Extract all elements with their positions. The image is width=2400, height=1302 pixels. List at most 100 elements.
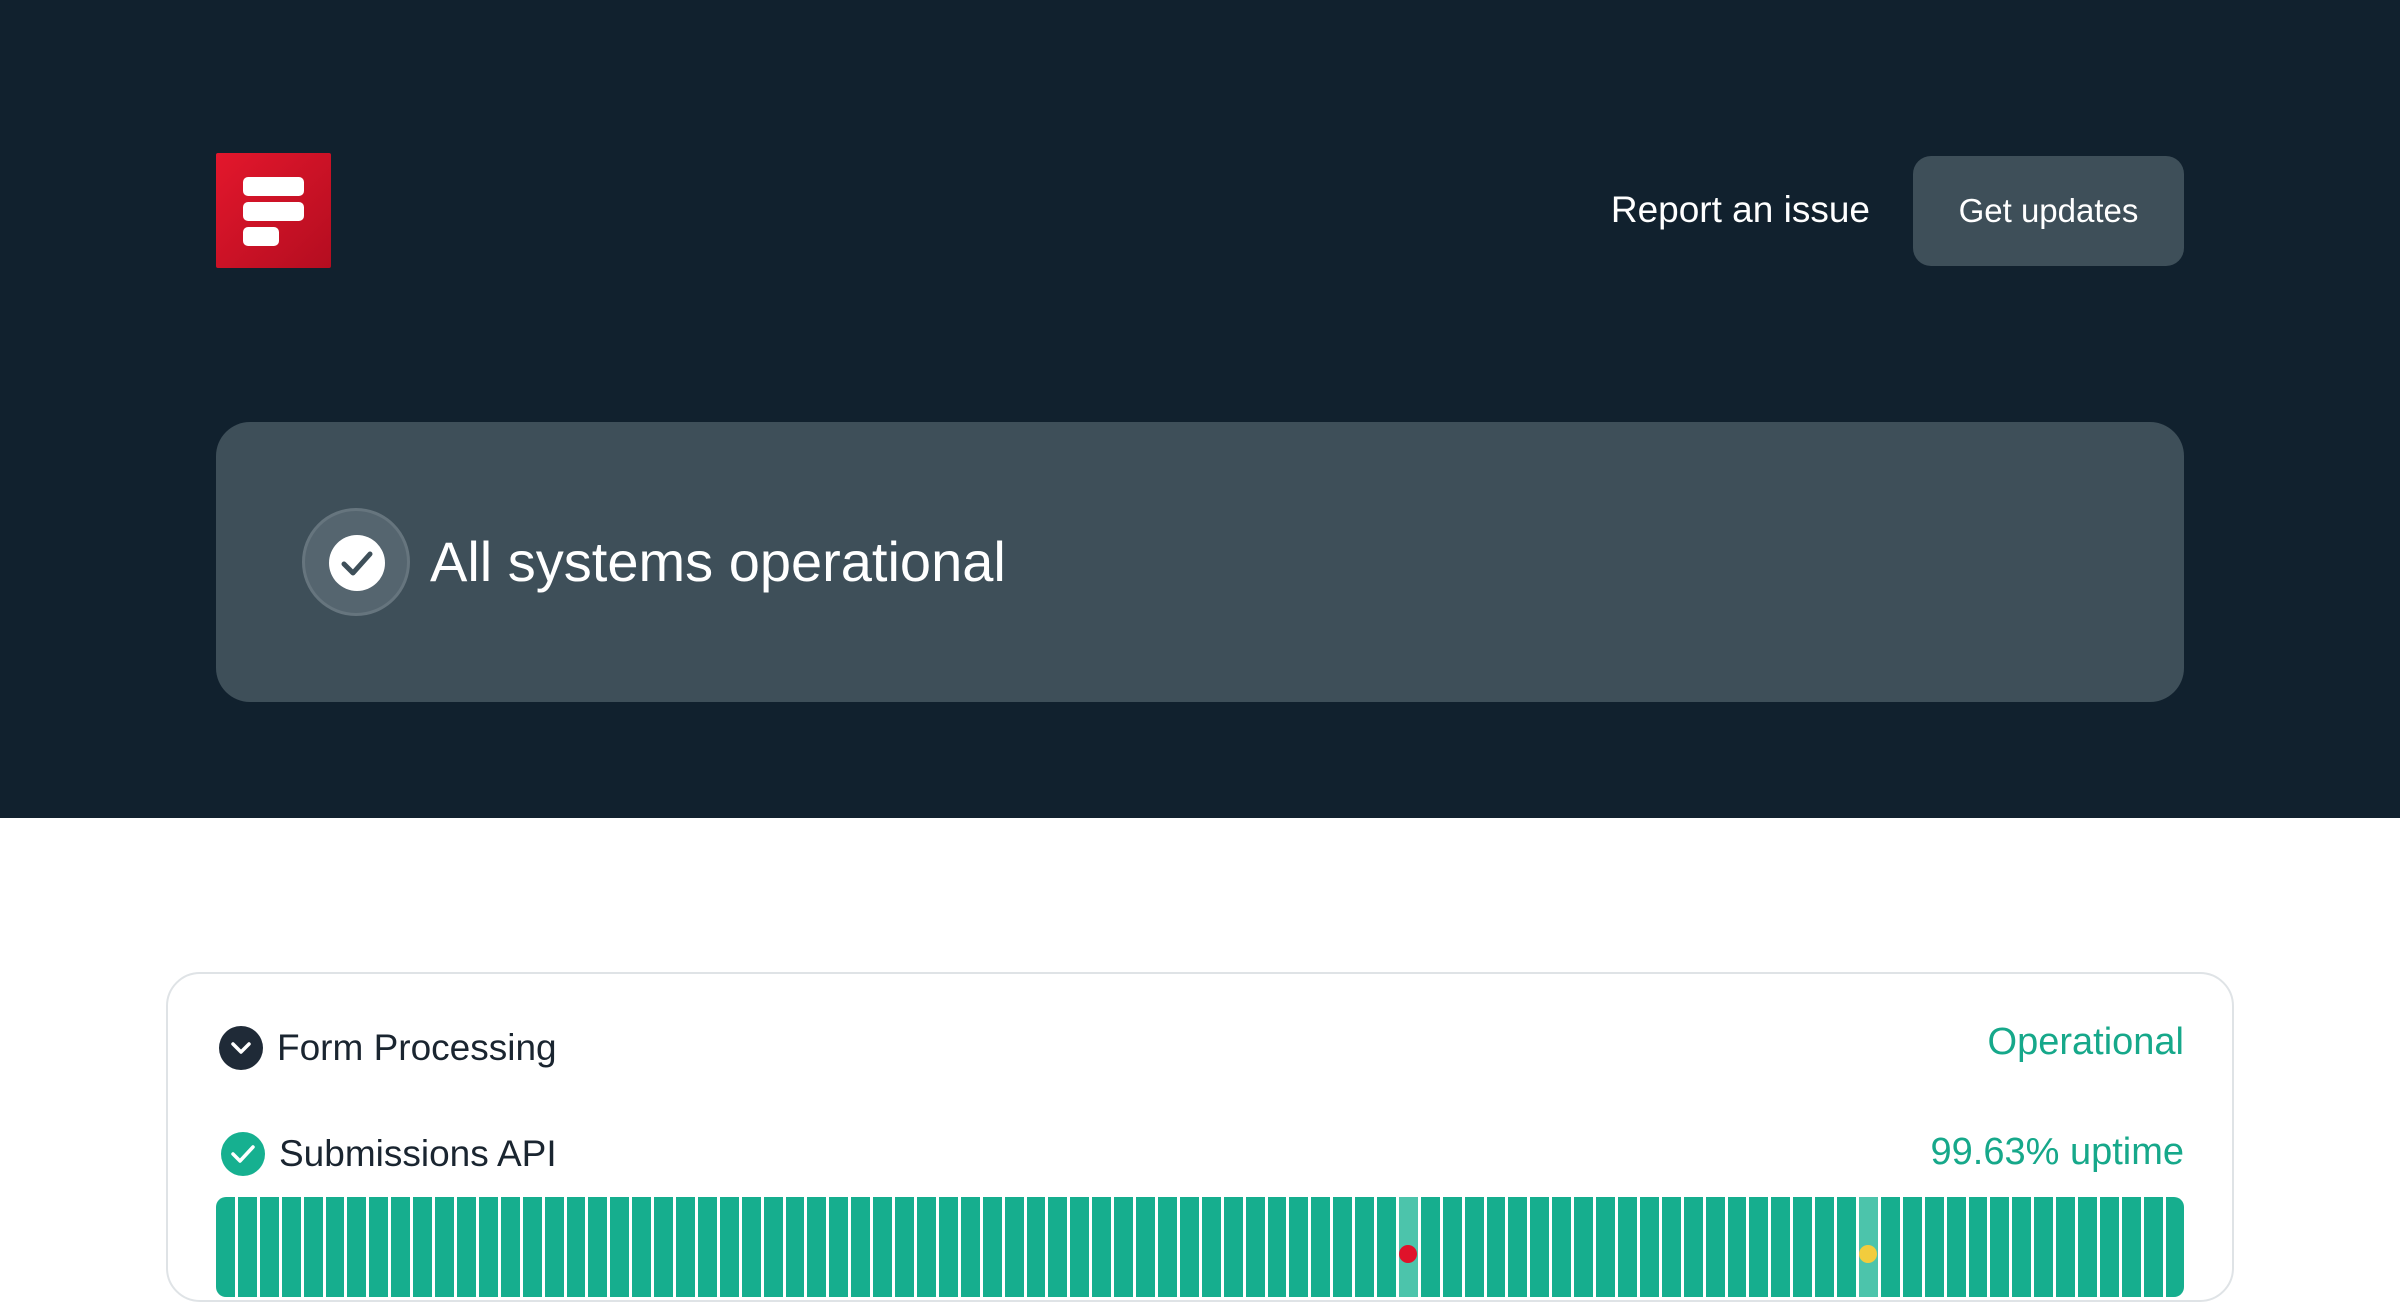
- uptime-day-bar[interactable]: [676, 1197, 695, 1297]
- uptime-day-bar[interactable]: [522, 1197, 542, 1297]
- uptime-day-bar[interactable]: [347, 1197, 367, 1297]
- uptime-day-bar[interactable]: [785, 1197, 805, 1297]
- uptime-day-bar[interactable]: [1245, 1197, 1265, 1297]
- uptime-day-bar[interactable]: [719, 1197, 739, 1297]
- report-issue-link[interactable]: Report an issue: [1580, 180, 1870, 240]
- uptime-day-bar[interactable]: [1179, 1197, 1199, 1297]
- uptime-day-bar[interactable]: [2012, 1197, 2032, 1297]
- check-circle-icon: [302, 508, 410, 616]
- uptime-day-bar[interactable]: [1793, 1197, 1813, 1297]
- uptime-day-bar[interactable]: [1355, 1197, 1375, 1297]
- uptime-day-bar[interactable]: [807, 1197, 827, 1297]
- uptime-day-bar[interactable]: [632, 1197, 652, 1297]
- uptime-day-bar[interactable]: [1924, 1197, 1944, 1297]
- uptime-day-bar[interactable]: [500, 1197, 520, 1297]
- uptime-day-bar[interactable]: [1267, 1197, 1287, 1297]
- uptime-day-bar[interactable]: [2056, 1197, 2076, 1297]
- uptime-day-bar[interactable]: [1442, 1197, 1462, 1297]
- uptime-day-bar[interactable]: [1464, 1197, 1484, 1297]
- uptime-day-bar[interactable]: [1114, 1197, 1134, 1297]
- uptime-day-bar[interactable]: [544, 1197, 564, 1297]
- uptime-day-bar[interactable]: [1552, 1197, 1572, 1297]
- uptime-day-bar[interactable]: [281, 1197, 301, 1297]
- uptime-day-bar[interactable]: [1639, 1197, 1659, 1297]
- uptime-day-bar[interactable]: [1749, 1197, 1769, 1297]
- uptime-day-bar[interactable]: [1946, 1197, 1966, 1297]
- uptime-day-bar[interactable]: [1815, 1197, 1835, 1297]
- uptime-day-bar[interactable]: [1311, 1197, 1331, 1297]
- outage-marker: [1399, 1245, 1418, 1263]
- uptime-day-bar[interactable]: [413, 1197, 433, 1297]
- uptime-day-bar[interactable]: [2034, 1197, 2054, 1297]
- uptime-day-bar[interactable]: [1377, 1197, 1396, 1297]
- uptime-day-bar[interactable]: [435, 1197, 454, 1297]
- uptime-day-bar[interactable]: [1486, 1197, 1506, 1297]
- uptime-day-bar[interactable]: [851, 1197, 871, 1297]
- uptime-day-bar[interactable]: [1136, 1197, 1155, 1297]
- uptime-day-bar[interactable]: [1683, 1197, 1703, 1297]
- component-group-status: Operational: [1987, 1021, 2184, 1063]
- uptime-day-bar[interactable]: [1574, 1197, 1594, 1297]
- uptime-day-bar[interactable]: [1201, 1197, 1221, 1297]
- uptime-day-bar[interactable]: [654, 1197, 674, 1297]
- uptime-day-bar[interactable]: [1968, 1197, 1988, 1297]
- uptime-day-bar[interactable]: [325, 1197, 345, 1297]
- uptime-day-bar[interactable]: [1508, 1197, 1528, 1297]
- uptime-day-bar[interactable]: [566, 1197, 586, 1297]
- chevron-down-icon[interactable]: [219, 1026, 263, 1070]
- uptime-day-bar[interactable]: [1070, 1197, 1090, 1297]
- uptime-day-bar[interactable]: [763, 1197, 783, 1297]
- uptime-day-bar[interactable]: [1333, 1197, 1353, 1297]
- uptime-day-bar[interactable]: [1858, 1197, 1878, 1297]
- uptime-day-bar[interactable]: [1092, 1197, 1112, 1297]
- uptime-day-bar[interactable]: [873, 1197, 893, 1297]
- uptime-day-bar[interactable]: [1596, 1197, 1615, 1297]
- uptime-day-bar[interactable]: [2165, 1197, 2184, 1297]
- uptime-day-bar[interactable]: [237, 1197, 257, 1297]
- uptime-day-bar[interactable]: [829, 1197, 849, 1297]
- uptime-day-bar[interactable]: [303, 1197, 323, 1297]
- uptime-day-bar[interactable]: [2099, 1197, 2119, 1297]
- uptime-day-bar[interactable]: [741, 1197, 761, 1297]
- uptime-day-bar[interactable]: [960, 1197, 980, 1297]
- uptime-day-bar[interactable]: [1880, 1197, 1900, 1297]
- uptime-day-bar[interactable]: [216, 1197, 235, 1297]
- uptime-day-bar[interactable]: [1705, 1197, 1725, 1297]
- uptime-day-bar[interactable]: [1990, 1197, 2010, 1297]
- uptime-day-bar[interactable]: [1048, 1197, 1068, 1297]
- uptime-day-bar[interactable]: [982, 1197, 1002, 1297]
- uptime-day-bar[interactable]: [1771, 1197, 1791, 1297]
- uptime-day-bar[interactable]: [259, 1197, 279, 1297]
- uptime-day-bar[interactable]: [478, 1197, 498, 1297]
- uptime-day-bar[interactable]: [369, 1197, 389, 1297]
- uptime-day-bar[interactable]: [2078, 1197, 2097, 1297]
- uptime-day-bar[interactable]: [1223, 1197, 1243, 1297]
- uptime-day-bar[interactable]: [1398, 1197, 1418, 1297]
- uptime-day-bar[interactable]: [588, 1197, 608, 1297]
- uptime-day-bar[interactable]: [1618, 1197, 1637, 1297]
- uptime-day-bar[interactable]: [2121, 1197, 2141, 1297]
- uptime-day-bar[interactable]: [1026, 1197, 1046, 1297]
- components-panel: Form Processing Operational Submissions …: [166, 972, 2234, 1302]
- uptime-day-bar[interactable]: [391, 1197, 411, 1297]
- form-logo-icon[interactable]: [216, 153, 331, 268]
- uptime-day-bar[interactable]: [456, 1197, 476, 1297]
- uptime-day-bar[interactable]: [2143, 1197, 2163, 1297]
- uptime-day-bar[interactable]: [1902, 1197, 1922, 1297]
- uptime-day-bar[interactable]: [1530, 1197, 1550, 1297]
- uptime-day-bar[interactable]: [610, 1197, 630, 1297]
- status-title: All systems operational: [430, 530, 1006, 593]
- uptime-day-bar[interactable]: [1420, 1197, 1440, 1297]
- uptime-day-bar[interactable]: [938, 1197, 958, 1297]
- uptime-day-bar[interactable]: [1004, 1197, 1024, 1297]
- get-updates-button[interactable]: Get updates: [1913, 156, 2184, 266]
- uptime-day-bar[interactable]: [1661, 1197, 1681, 1297]
- component-group-name[interactable]: Form Processing: [277, 1022, 557, 1074]
- uptime-day-bar[interactable]: [917, 1197, 936, 1297]
- uptime-day-bar[interactable]: [1157, 1197, 1177, 1297]
- uptime-day-bar[interactable]: [895, 1197, 914, 1297]
- uptime-day-bar[interactable]: [1727, 1197, 1747, 1297]
- uptime-day-bar[interactable]: [1289, 1197, 1309, 1297]
- uptime-day-bar[interactable]: [697, 1197, 717, 1297]
- uptime-day-bar[interactable]: [1837, 1197, 1856, 1297]
